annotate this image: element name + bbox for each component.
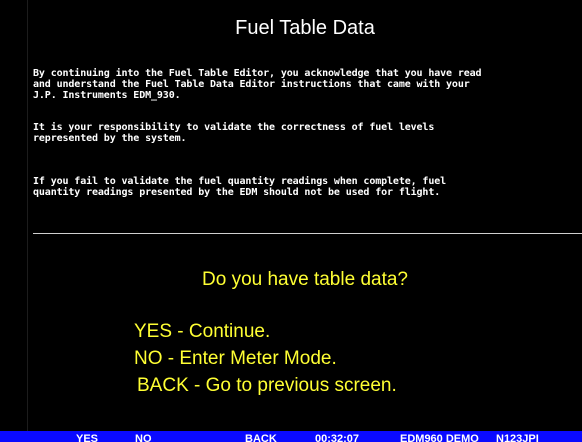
option-yes-text: YES - Continue. — [134, 321, 271, 342]
page-title: Fuel Table Data — [235, 17, 375, 39]
clock-readout: 00:32:07 — [315, 433, 360, 442]
option-back-text: BACK - Go to previous screen. — [137, 375, 397, 396]
option-no-text: NO - Enter Meter Mode. — [134, 348, 337, 369]
yes-softkey[interactable]: YES — [76, 432, 98, 442]
fuel-table-screen: Fuel Table Data By continuing into the F… — [0, 0, 582, 442]
responsibility-paragraph: It is your responsibility to validate th… — [33, 122, 435, 144]
tail-number-label: N123JPI — [496, 433, 539, 442]
model-label: EDM960 DEMO — [400, 433, 479, 442]
acknowledgement-paragraph: By continuing into the Fuel Table Editor… — [33, 68, 482, 101]
warning-paragraph: If you fail to validate the fuel quantit… — [33, 176, 447, 198]
softkey-bar: YES NO BACK 00:32:07 EDM960 DEMO N123JPI — [0, 431, 582, 442]
back-softkey[interactable]: BACK — [245, 432, 277, 442]
divider — [33, 233, 582, 234]
table-data-question: Do you have table data? — [202, 269, 408, 290]
no-softkey[interactable]: NO — [135, 432, 152, 442]
